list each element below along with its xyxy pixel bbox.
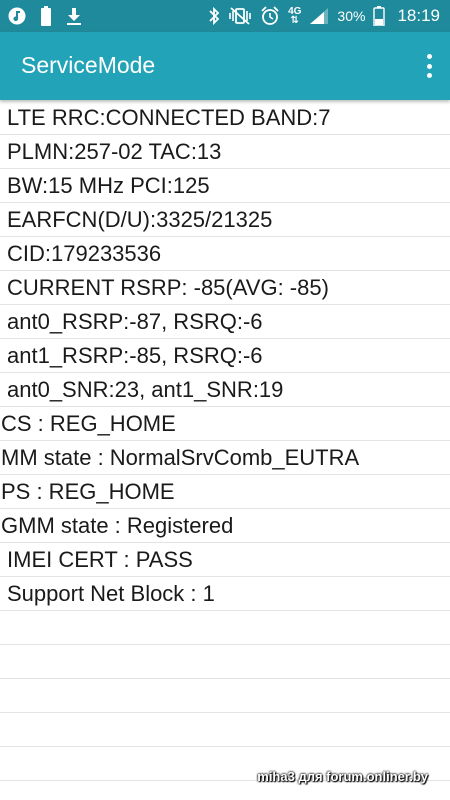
list-item: PS : REG_HOME xyxy=(0,475,450,509)
clock: 18:19 xyxy=(397,6,440,25)
download-icon xyxy=(67,8,81,25)
list-item: CID:179233536 xyxy=(0,237,450,271)
list-item: BW:15 MHz PCI:125 xyxy=(0,169,450,203)
battery-saver-icon xyxy=(41,6,51,26)
service-info-list[interactable]: LTE RRC:CONNECTED BAND:7 PLMN:257-02 TAC… xyxy=(0,101,450,781)
watermark: miha3 для forum.onliner.by xyxy=(257,769,428,784)
list-item: PLMN:257-02 TAC:13 xyxy=(0,135,450,169)
app-title: ServiceMode xyxy=(21,52,156,78)
list-item: CURRENT RSRP: -85(AVG: -85) xyxy=(0,271,450,305)
signal-strength-icon xyxy=(310,8,329,24)
network-type-indicator: 4G ⇅ xyxy=(288,7,301,26)
bluetooth-icon xyxy=(209,6,220,26)
list-item: GMM state : Registered xyxy=(0,509,450,543)
list-item: ant1_RSRP:-85, RSRQ:-6 xyxy=(0,339,450,373)
battery-icon xyxy=(373,6,386,26)
list-item: LTE RRC:CONNECTED BAND:7 xyxy=(0,101,450,135)
list-item-empty xyxy=(0,611,450,645)
list-item-empty xyxy=(0,679,450,713)
list-item: CS : REG_HOME xyxy=(0,407,450,441)
list-item: IMEI CERT : PASS xyxy=(0,543,450,577)
app-bar: ServiceMode xyxy=(0,32,450,100)
list-item-empty xyxy=(0,645,450,679)
alarm-icon xyxy=(261,6,279,25)
status-bar: 4G ⇅ 30% 18:19 xyxy=(0,0,450,32)
status-bar-notifications xyxy=(8,6,82,26)
list-item: Support Net Block : 1 xyxy=(0,577,450,611)
status-bar-system: 4G ⇅ 30% 18:19 xyxy=(208,0,440,32)
more-options-button[interactable] xyxy=(422,52,436,80)
music-note-icon xyxy=(8,7,26,25)
list-item-empty xyxy=(0,713,450,747)
more-vert-icon xyxy=(426,54,432,59)
data-activity-arrows-icon: ⇅ xyxy=(290,15,299,26)
list-item: ant0_RSRP:-87, RSRQ:-6 xyxy=(0,305,450,339)
vibrate-icon xyxy=(229,7,251,25)
battery-percentage: 30% xyxy=(337,8,366,24)
list-item: EARFCN(D/U):3325/21325 xyxy=(0,203,450,237)
list-item: MM state : NormalSrvComb_EUTRA xyxy=(0,441,450,475)
list-item: ant0_SNR:23, ant1_SNR:19 xyxy=(0,373,450,407)
